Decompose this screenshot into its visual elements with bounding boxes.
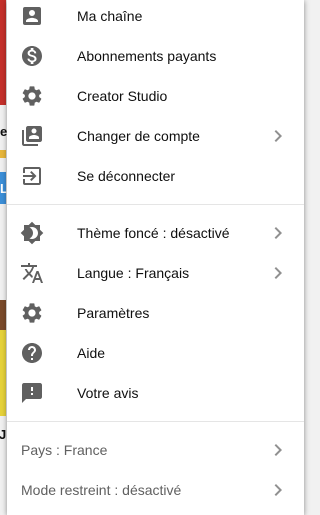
menu-item-label: Thème foncé : désactivé: [77, 225, 230, 241]
menu-item-label: Aide: [77, 345, 106, 361]
menu-item-switch-account[interactable]: Changer de compte: [7, 116, 304, 156]
chevron-right-icon: [266, 221, 290, 245]
menu-item-label: Votre avis: [77, 385, 139, 401]
menu-item-label: Pays : France: [21, 442, 108, 458]
background-bar-yellow: [0, 150, 6, 158]
menu-item-language[interactable]: Langue : Français: [7, 253, 304, 293]
gear-icon: [20, 84, 44, 108]
menu-item-label: Abonnements payants: [77, 48, 217, 64]
account-menu: Ma chaîne Abonnements payants Creator St…: [7, 0, 304, 515]
menu-item-label: Langue : Français: [77, 265, 190, 281]
menu-item-label: Se déconnecter: [77, 168, 176, 184]
menu-item-label: Paramètres: [77, 305, 150, 321]
feedback-icon: [20, 381, 44, 405]
switch-account-icon: [20, 124, 44, 148]
sign-out-icon: [20, 164, 44, 188]
chevron-right-icon: [266, 261, 290, 285]
menu-divider: [7, 204, 304, 205]
translate-icon: [20, 261, 44, 285]
menu-item-creator-studio[interactable]: Creator Studio: [7, 76, 304, 116]
menu-item-label: Ma chaîne: [77, 8, 143, 24]
menu-item-sign-out[interactable]: Se déconnecter: [7, 156, 304, 196]
gear-icon: [20, 301, 44, 325]
account-box-icon: [20, 4, 44, 28]
menu-item-country[interactable]: Pays : France: [7, 430, 304, 470]
menu-item-my-channel[interactable]: Ma chaîne: [7, 0, 304, 36]
brightness-icon: [20, 221, 44, 245]
menu-item-settings[interactable]: Paramètres: [7, 293, 304, 333]
menu-item-paid-subscriptions[interactable]: Abonnements payants: [7, 36, 304, 76]
menu-item-restricted-mode[interactable]: Mode restreint : désactivé: [7, 470, 304, 510]
menu-item-dark-theme[interactable]: Thème foncé : désactivé: [7, 213, 304, 253]
menu-item-label: Changer de compte: [77, 128, 200, 144]
menu-divider: [7, 421, 304, 422]
chevron-right-icon: [266, 478, 290, 502]
chevron-right-icon: [266, 124, 290, 148]
help-icon: [20, 341, 44, 365]
menu-item-label: Creator Studio: [77, 88, 168, 104]
background-thumbnail-dark: [0, 300, 6, 330]
menu-item-label: Mode restreint : désactivé: [21, 482, 182, 498]
menu-item-feedback[interactable]: Votre avis: [7, 373, 304, 413]
menu-item-help[interactable]: Aide: [7, 333, 304, 373]
chevron-right-icon: [266, 438, 290, 462]
background-thumbnail-red: [0, 0, 6, 105]
dollar-circle-icon: [20, 44, 44, 68]
